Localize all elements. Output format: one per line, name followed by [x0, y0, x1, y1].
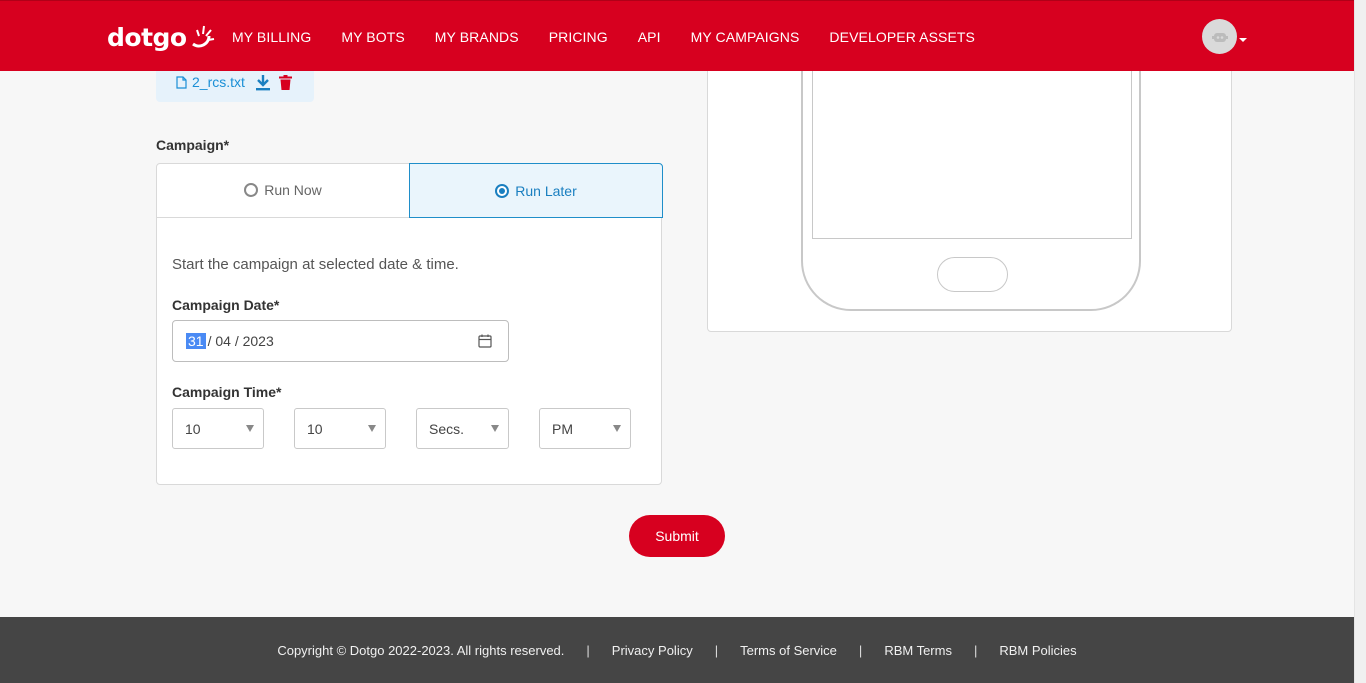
user-menu-caret-icon[interactable] [1239, 38, 1247, 42]
footer-separator: | [858, 642, 863, 658]
nav-my-bots[interactable]: MY BOTS [341, 29, 404, 45]
hours-value: 10 [185, 420, 201, 437]
run-now-radio[interactable] [244, 183, 259, 197]
page-scrollbar[interactable] [1354, 0, 1366, 683]
logo-text: dotgo [107, 22, 187, 52]
user-avatar[interactable] [1202, 19, 1237, 54]
footer-separator: | [714, 642, 719, 658]
run-later-radio[interactable] [495, 183, 510, 198]
minutes-dropdown-arrow-icon [368, 425, 376, 432]
date-day-segment[interactable]: 31 [186, 333, 206, 349]
footer-link-rbm-terms[interactable]: RBM Terms [884, 643, 952, 658]
run-now-label: Run Now [264, 182, 322, 198]
file-icon [176, 75, 187, 89]
nav-my-billing[interactable]: MY BILLING [232, 29, 311, 45]
seconds-dropdown-arrow-icon [491, 425, 499, 432]
footer: Copyright © Dotgo 2022-2023. All rights … [0, 617, 1354, 683]
date-rest-segment[interactable]: / 04 / 2023 [208, 333, 274, 349]
nav-menu: MY BILLING MY BOTS MY BRANDS PRICING API… [232, 1, 1005, 72]
minutes-select[interactable]: 10 [294, 408, 386, 449]
footer-link-privacy-policy[interactable]: Privacy Policy [612, 643, 693, 658]
campaign-time-label: Campaign Time* [172, 384, 282, 400]
phone-home-button [937, 257, 1008, 292]
nav-my-campaigns[interactable]: MY CAMPAIGNS [691, 29, 800, 45]
campaign-label: Campaign* [156, 137, 230, 153]
hours-select[interactable]: 10 [172, 408, 264, 449]
seconds-select[interactable]: Secs. [416, 408, 509, 449]
ampm-value: PM [552, 420, 573, 437]
download-icon[interactable] [255, 74, 271, 91]
minutes-value: 10 [307, 420, 323, 437]
run-later-description: Start the campaign at selected date & ti… [172, 256, 459, 273]
submit-button[interactable]: Submit [629, 515, 725, 557]
trash-icon[interactable] [278, 74, 292, 90]
footer-link-rbm-policies[interactable]: RBM Policies [999, 643, 1076, 658]
dotgo-logo[interactable]: dotgo [107, 15, 215, 59]
logo-burst-icon [191, 25, 214, 48]
footer-link-terms-of-service[interactable]: Terms of Service [740, 643, 837, 658]
campaign-date-input[interactable]: 31 / 04 / 2023 [172, 320, 509, 362]
seconds-value: Secs. [429, 420, 465, 437]
nav-developer-assets[interactable]: DEVELOPER ASSETS [829, 29, 975, 45]
tab-run-later[interactable]: Run Later [409, 163, 663, 218]
campaign-date-label: Campaign Date* [172, 297, 280, 313]
file-name[interactable]: 2_rcs.txt [192, 74, 245, 90]
top-navbar: dotgo MY BILLING MY BOTS MY BRANDS PRICI… [0, 0, 1354, 71]
campaign-schedule-box: Run Now Run Later Start the campaign at … [156, 163, 663, 485]
nav-pricing[interactable]: PRICING [549, 29, 608, 45]
footer-copyright: Copyright © Dotgo 2022-2023. All rights … [277, 642, 565, 658]
footer-separator: | [973, 642, 978, 658]
calendar-icon[interactable] [478, 334, 492, 348]
footer-separator: | [586, 642, 590, 658]
hours-dropdown-arrow-icon [246, 425, 254, 432]
run-later-label: Run Later [515, 182, 577, 199]
tab-run-now[interactable]: Run Now [156, 163, 410, 218]
nav-my-brands[interactable]: MY BRANDS [435, 29, 519, 45]
ampm-select[interactable]: PM [539, 408, 631, 449]
ampm-dropdown-arrow-icon [613, 425, 621, 432]
robot-icon [1211, 32, 1228, 42]
nav-api[interactable]: API [638, 29, 661, 45]
